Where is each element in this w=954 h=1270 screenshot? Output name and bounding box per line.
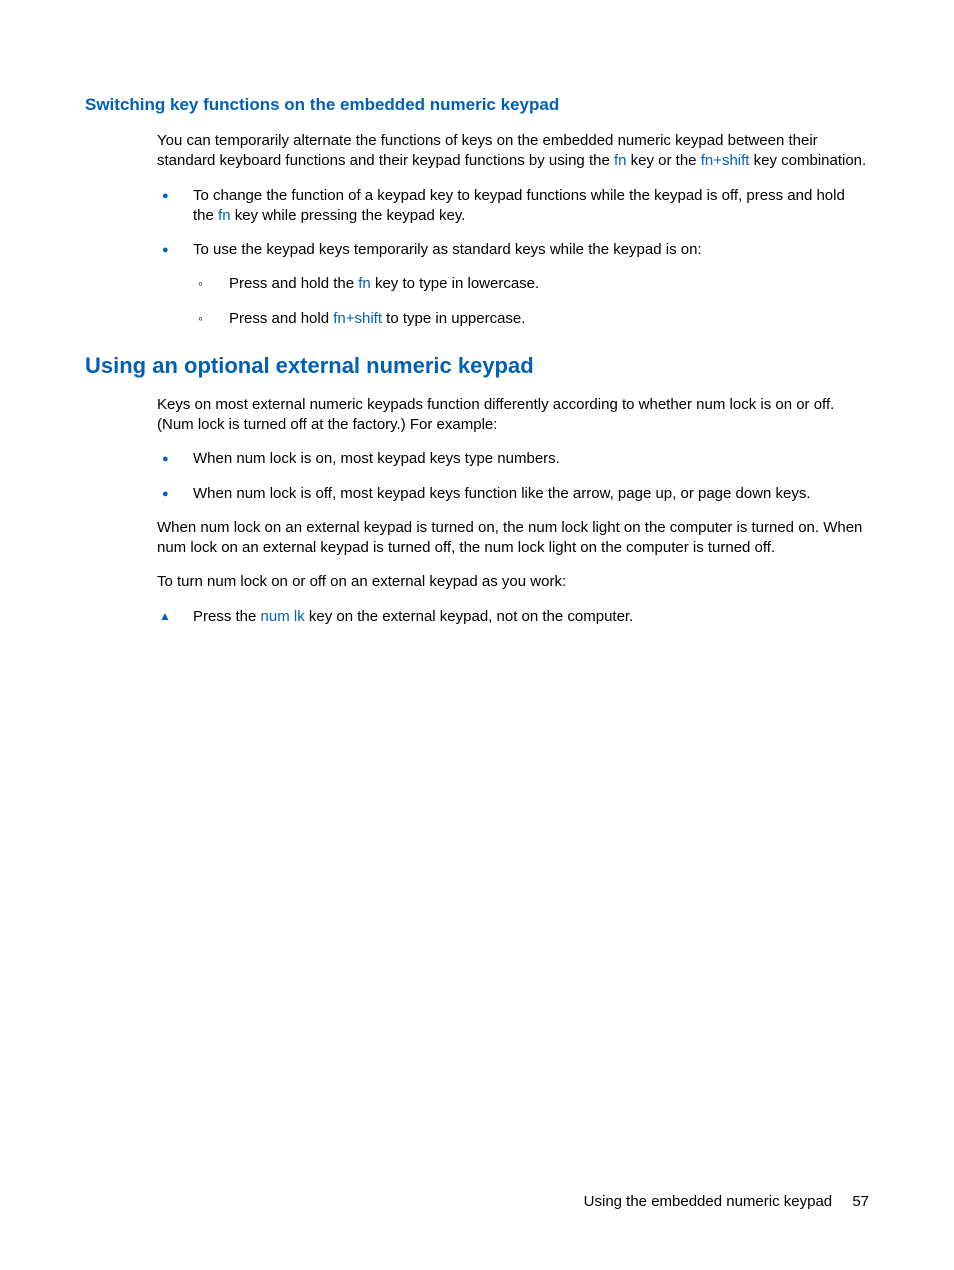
text: key on the external keypad, not on the c… [305,608,634,625]
list-item: Press and hold fn+shift to type in upper… [193,309,869,329]
para-numlock-light: When num lock on an external keypad is t… [157,518,869,559]
text: key while pressing the keypad key. [231,207,466,224]
key-fn-shift: fn+shift [333,310,382,327]
list-item: To use the keypad keys temporarily as st… [157,240,869,329]
text: to type in uppercase. [382,310,525,327]
list-item: Press the num lk key on the external key… [157,607,869,627]
key-fn: fn [218,207,231,224]
text: Press and hold [229,310,333,327]
list-item: Press and hold the fn key to type in low… [193,274,869,294]
text: Press and hold the [229,275,358,292]
list-item: When num lock is on, most keypad keys ty… [157,449,869,469]
text: To use the keypad keys temporarily as st… [193,241,702,258]
key-fn: fn [358,275,371,292]
page-number: 57 [852,1193,869,1210]
bullet-list-2: When num lock is on, most keypad keys ty… [157,449,869,504]
heading-switching-key-functions: Switching key functions on the embedded … [85,95,869,115]
page-footer: Using the embedded numeric keypad 57 [584,1193,869,1210]
para-toggle-instruction: To turn num lock on or off on an externa… [157,572,869,592]
bullet-list-1: To change the function of a keypad key t… [157,186,869,329]
key-fn: fn [614,152,627,169]
heading-using-external-keypad: Using an optional external numeric keypa… [85,353,869,379]
text: key to type in lowercase. [371,275,539,292]
key-num-lk: num lk [261,608,305,625]
footer-section-title: Using the embedded numeric keypad [584,1193,832,1210]
text: key combination. [749,152,866,169]
para-intro-2: Keys on most external numeric keypads fu… [157,395,869,436]
sub-bullet-list: Press and hold the fn key to type in low… [193,274,869,329]
list-item: To change the function of a keypad key t… [157,186,869,227]
key-fn-shift: fn+shift [701,152,750,169]
text: Press the [193,608,261,625]
para-intro-1: You can temporarily alternate the functi… [157,131,869,172]
text: key or the [626,152,700,169]
triangle-list: Press the num lk key on the external key… [157,607,869,627]
list-item: When num lock is off, most keypad keys f… [157,484,869,504]
